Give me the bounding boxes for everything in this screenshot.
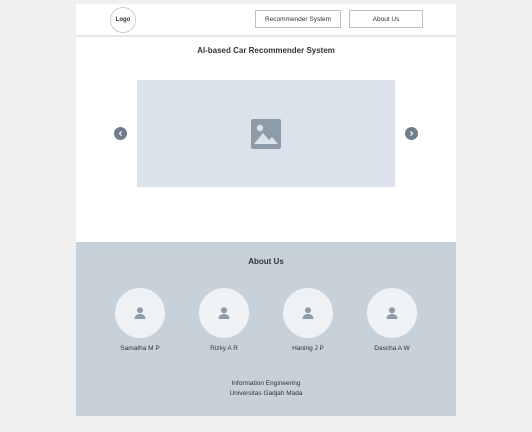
avatar	[199, 288, 249, 338]
image-placeholder-icon	[251, 118, 281, 149]
chevron-right-icon	[410, 131, 414, 136]
about-title: About Us	[248, 257, 284, 266]
user-icon	[302, 307, 314, 319]
page-container: Logo Recommender System About Us AI-base…	[76, 4, 456, 416]
carousel-next-button[interactable]	[405, 127, 418, 140]
team-member: Samatha M P	[110, 288, 170, 352]
member-name: Haning J P	[292, 345, 324, 352]
institution-line-1: Information Engineering	[231, 380, 301, 387]
nav-recommender-system-button[interactable]: Recommender System	[255, 10, 341, 28]
carousel-image	[137, 80, 395, 187]
team-member: Dascha A W	[362, 288, 422, 352]
team-member: Rizky A R	[194, 288, 254, 352]
user-icon	[134, 307, 146, 319]
member-name: Samatha M P	[120, 345, 160, 352]
member-name: Dascha A W	[374, 345, 410, 352]
carousel-prev-button[interactable]	[114, 127, 127, 140]
member-name: Rizky A R	[210, 345, 238, 352]
header: Logo Recommender System About Us	[76, 4, 456, 37]
nav-about-us-button[interactable]: About Us	[349, 10, 423, 28]
hero-title: AI-based Car Recommender System	[197, 46, 335, 55]
institution-text: Information Engineering Universitas Gadj…	[76, 379, 456, 399]
avatar	[283, 288, 333, 338]
user-icon	[218, 307, 230, 319]
avatar	[367, 288, 417, 338]
chevron-left-icon	[118, 131, 122, 136]
user-icon	[386, 307, 398, 319]
about-section: About Us Samatha M P Rizky A R Haning J …	[76, 242, 456, 416]
avatar	[115, 288, 165, 338]
logo[interactable]: Logo	[110, 7, 136, 33]
team-member: Haning J P	[278, 288, 338, 352]
institution-line-2: Universitas Gadjah Mada	[229, 390, 303, 397]
